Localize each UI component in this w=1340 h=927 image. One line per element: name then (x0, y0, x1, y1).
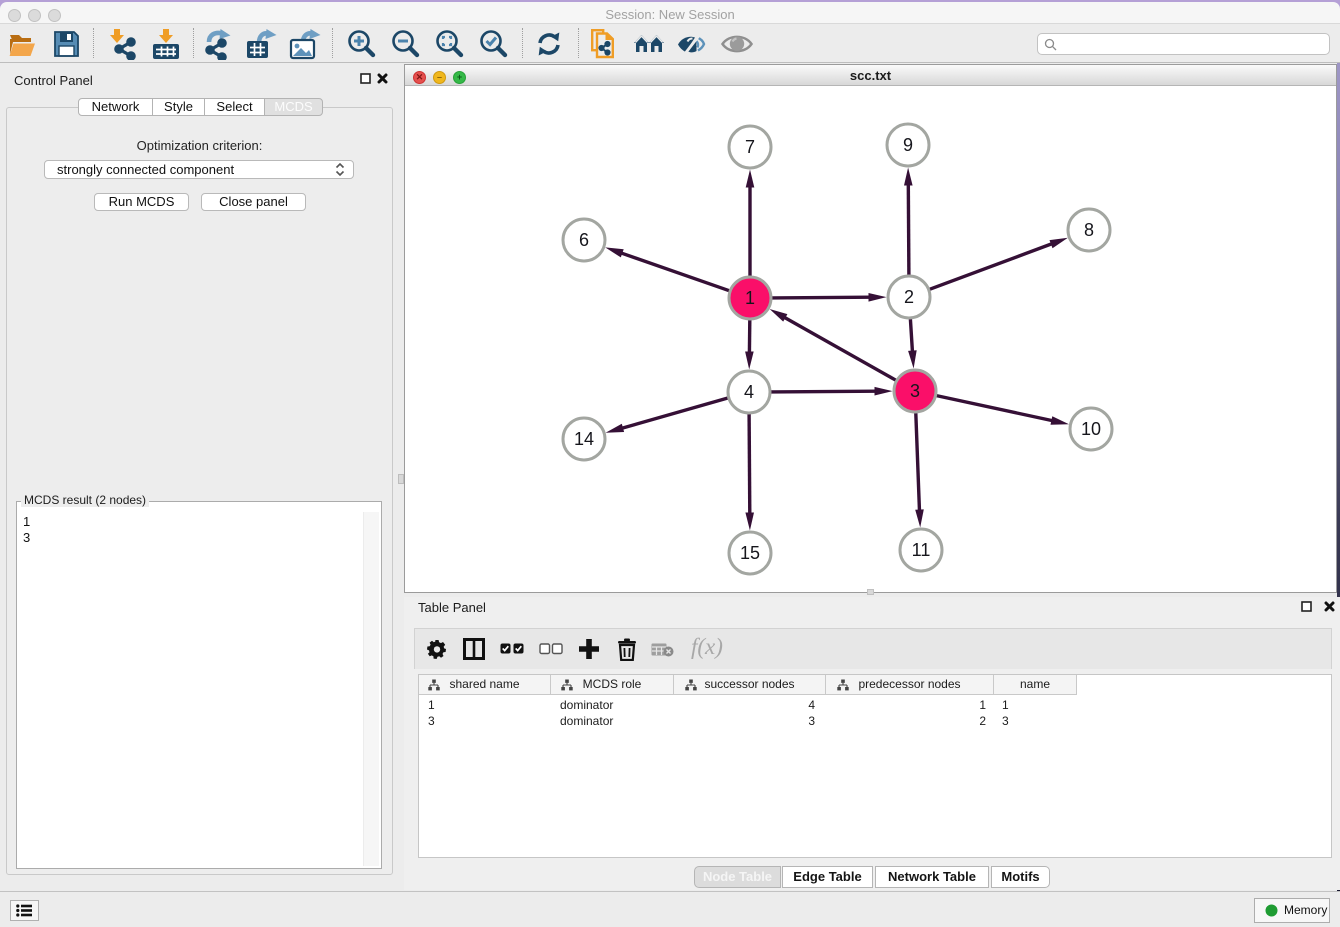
svg-text:14: 14 (574, 429, 594, 449)
svg-text:8: 8 (1084, 220, 1094, 240)
svg-text:7: 7 (745, 137, 755, 157)
svg-text:2: 2 (904, 287, 914, 307)
svg-text:4: 4 (744, 382, 754, 402)
svg-text:10: 10 (1081, 419, 1101, 439)
svg-text:3: 3 (910, 381, 920, 401)
svg-text:9: 9 (903, 135, 913, 155)
svg-text:11: 11 (912, 540, 931, 560)
svg-text:6: 6 (579, 230, 589, 250)
svg-text:15: 15 (740, 543, 760, 563)
svg-text:1: 1 (745, 288, 755, 308)
